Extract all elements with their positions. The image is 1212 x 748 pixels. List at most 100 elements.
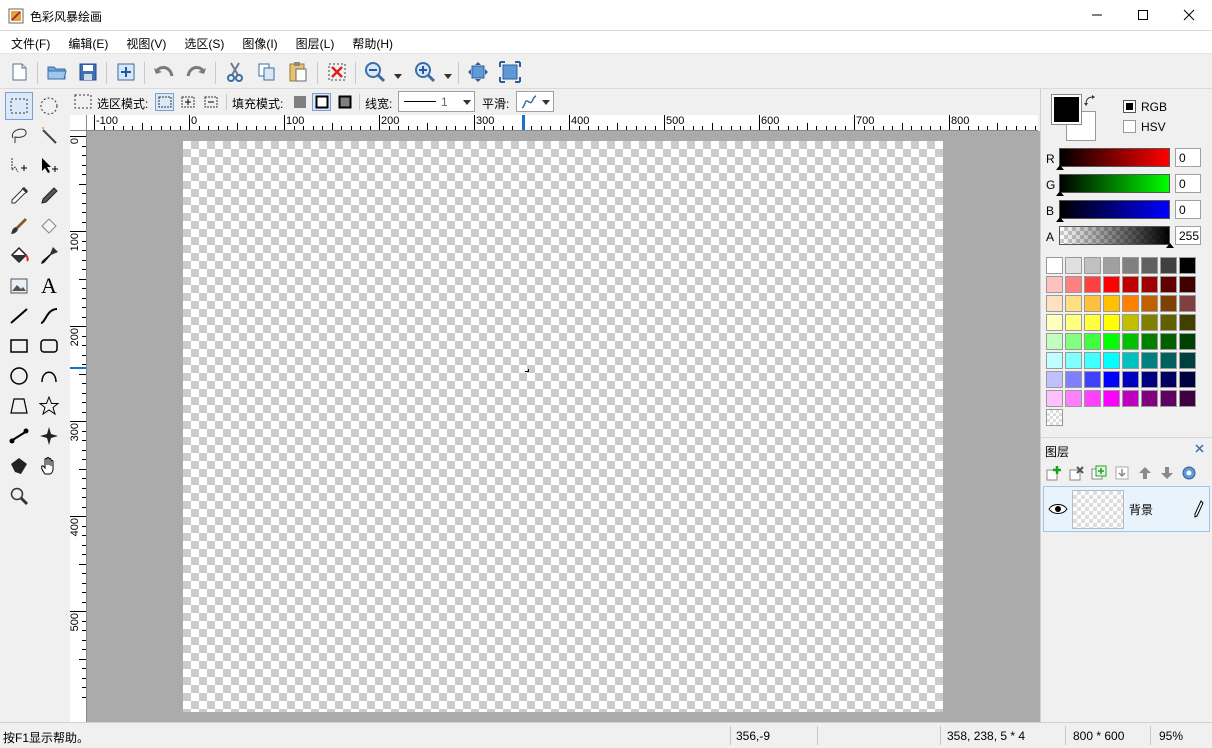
palette-swatch[interactable] [1179, 390, 1196, 407]
palette-swatch[interactable] [1103, 371, 1120, 388]
a-value[interactable]: 255 [1175, 226, 1201, 245]
palette-swatch[interactable] [1084, 257, 1101, 274]
eraser-tool[interactable] [35, 212, 63, 240]
palette-swatch[interactable] [1046, 371, 1063, 388]
undo-button[interactable] [151, 59, 177, 85]
color-picker-tool[interactable] [5, 182, 33, 210]
menu-select[interactable]: 选区(S) [173, 31, 231, 54]
duplicate-layer-button[interactable] [1090, 464, 1108, 482]
palette-swatch[interactable] [1160, 276, 1177, 293]
palette-swatch[interactable] [1103, 314, 1120, 331]
redo-button[interactable] [183, 59, 209, 85]
gradient-tool[interactable] [5, 422, 33, 450]
menu-edit[interactable]: 编辑(E) [57, 31, 115, 54]
palette-swatch[interactable] [1141, 295, 1158, 312]
palette-swatch[interactable] [1122, 371, 1139, 388]
ellipse-tool[interactable] [5, 362, 33, 390]
palette-swatch[interactable] [1160, 390, 1177, 407]
palette-swatch[interactable] [1065, 276, 1082, 293]
palette-swatch[interactable] [1084, 390, 1101, 407]
palette-swatch[interactable] [1179, 333, 1196, 350]
palette-swatch[interactable] [1141, 257, 1158, 274]
g-slider-thumb[interactable] [1056, 191, 1064, 196]
palette-swatch[interactable] [1065, 390, 1082, 407]
rounded-rect-tool[interactable] [35, 332, 63, 360]
palette-swatch[interactable] [1084, 295, 1101, 312]
palette-swatch[interactable] [1046, 390, 1063, 407]
palette-swatch[interactable] [1179, 371, 1196, 388]
menu-layer[interactable]: 图层(L) [285, 31, 342, 54]
lasso-tool[interactable] [5, 122, 33, 150]
palette-swatch[interactable] [1179, 352, 1196, 369]
palette-swatch[interactable] [1046, 333, 1063, 350]
menu-image[interactable]: 图像(I) [231, 31, 284, 54]
palette-swatch[interactable] [1141, 352, 1158, 369]
palette-swatch[interactable] [1046, 314, 1063, 331]
palette-swatch[interactable] [1160, 257, 1177, 274]
palette-swatch[interactable] [1160, 333, 1177, 350]
zoom-out-button[interactable] [362, 59, 388, 85]
resize-canvas-button[interactable] [113, 59, 139, 85]
palette-swatch[interactable] [1046, 257, 1063, 274]
a-slider[interactable] [1059, 226, 1170, 245]
stamp-tool[interactable] [35, 242, 63, 270]
maximize-button[interactable] [1120, 0, 1166, 30]
r-slider-thumb[interactable] [1056, 165, 1064, 170]
a-slider-thumb[interactable] [1166, 243, 1174, 248]
palette-swatch[interactable] [1179, 257, 1196, 274]
palette-swatch[interactable] [1122, 276, 1139, 293]
b-value[interactable]: 0 [1175, 200, 1201, 219]
r-value[interactable]: 0 [1175, 148, 1201, 167]
palette-swatch[interactable] [1160, 314, 1177, 331]
new-file-button[interactable] [6, 59, 32, 85]
b-slider-thumb[interactable] [1056, 217, 1064, 222]
rgb-mode-radio[interactable] [1123, 100, 1136, 113]
arc-tool[interactable] [35, 362, 63, 390]
palette-swatch[interactable] [1065, 352, 1082, 369]
canvas-workarea[interactable] [87, 131, 1040, 722]
palette-swatch[interactable] [1141, 390, 1158, 407]
ellipse-select-tool[interactable] [35, 92, 63, 120]
move-selection-tool[interactable] [5, 152, 33, 180]
brush-tool[interactable] [5, 212, 33, 240]
paste-button[interactable] [285, 59, 311, 85]
menu-view[interactable]: 视图(V) [115, 31, 173, 54]
magic-wand-tool[interactable] [35, 122, 63, 150]
palette-swatch[interactable] [1065, 295, 1082, 312]
palette-swatch[interactable] [1084, 276, 1101, 293]
zoom-tool[interactable] [5, 482, 33, 510]
fill-mode-fill[interactable] [290, 93, 309, 111]
eye-icon[interactable] [1048, 503, 1068, 515]
palette-swatch[interactable] [1084, 314, 1101, 331]
pencil-tool[interactable] [35, 182, 63, 210]
primary-color[interactable] [1054, 97, 1079, 122]
hand-tool[interactable] [35, 452, 63, 480]
palette-swatch[interactable] [1122, 314, 1139, 331]
palette-swatch[interactable] [1122, 352, 1139, 369]
palette-swatch[interactable] [1122, 333, 1139, 350]
palette-swatch[interactable] [1141, 371, 1158, 388]
palette-swatch[interactable] [1122, 295, 1139, 312]
text-tool[interactable]: A [35, 272, 63, 300]
move-layer-down-button[interactable] [1158, 464, 1176, 482]
palette-swatch[interactable] [1046, 295, 1063, 312]
palette-swatch[interactable] [1141, 314, 1158, 331]
fill-mode-both[interactable] [335, 93, 354, 111]
select-mode-replace[interactable] [155, 93, 174, 111]
move-layer-up-button[interactable] [1136, 464, 1154, 482]
line-width-select[interactable]: 1 [398, 91, 475, 112]
polygon-tool[interactable] [5, 392, 33, 420]
layer-item[interactable]: 背景 [1043, 486, 1210, 532]
close-icon[interactable] [1195, 444, 1204, 453]
rect-select-tool[interactable] [5, 92, 33, 120]
move-tool[interactable] [35, 152, 63, 180]
palette-transparent-swatch[interactable] [1046, 409, 1063, 426]
b-slider[interactable] [1059, 200, 1170, 219]
save-button[interactable] [75, 59, 101, 85]
palette-swatch[interactable] [1141, 333, 1158, 350]
zoom-in-dropdown[interactable] [444, 69, 452, 83]
minimize-button[interactable] [1074, 0, 1120, 30]
add-layer-button[interactable] [1045, 464, 1063, 482]
palette-swatch[interactable] [1103, 257, 1120, 274]
merge-layer-button[interactable] [1113, 464, 1131, 482]
